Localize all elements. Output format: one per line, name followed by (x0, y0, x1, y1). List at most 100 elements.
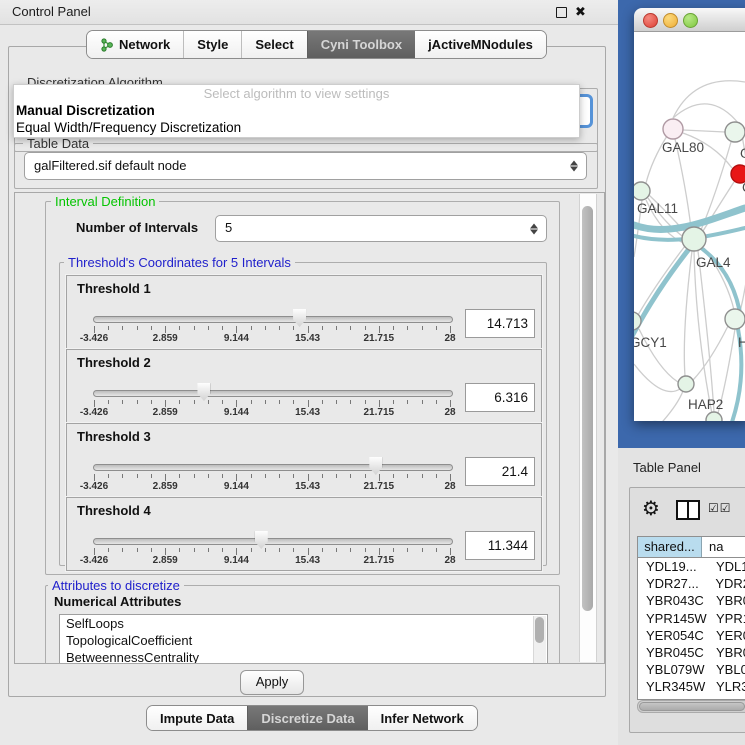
network-edge[interactable] (673, 104, 739, 124)
panel-scrollbar[interactable] (579, 194, 597, 662)
network-edge[interactable] (694, 251, 712, 414)
float-window-icon[interactable] (556, 7, 567, 18)
apply-button[interactable]: Apply (240, 670, 304, 695)
network-node[interactable] (725, 309, 745, 329)
tick-mark (308, 326, 309, 333)
tick-mark (336, 400, 337, 404)
tick-mark (222, 326, 223, 330)
tick-label: 21.715 (364, 407, 395, 418)
tick-mark (236, 548, 237, 555)
table-row[interactable]: YER054CYER0 (638, 627, 745, 644)
table-row[interactable]: YDR27...YDR2 (638, 575, 745, 592)
table-row[interactable]: YLR345WYLR3 (638, 678, 745, 695)
network-node[interactable] (634, 182, 650, 200)
zoom-traffic-light[interactable] (683, 13, 698, 28)
threshold-2-value-field[interactable]: 6.316 (465, 383, 535, 412)
network-node[interactable] (634, 312, 641, 330)
tick-mark (322, 474, 323, 478)
gear-icon[interactable]: ⚙ (642, 496, 660, 521)
network-edge[interactable] (698, 251, 714, 412)
tab-discretize-data[interactable]: Discretize Data (247, 706, 367, 730)
minimize-traffic-light[interactable] (663, 13, 678, 28)
tick-mark (450, 326, 451, 333)
tab-cyni-toolbox[interactable]: Cyni Toolbox (307, 31, 415, 58)
table-row[interactable]: YBR043CYBR0 (638, 592, 745, 609)
tick-mark (194, 326, 195, 330)
network-canvas[interactable]: GAL80GACGAL11GAL4GCY1HHAP2 (634, 32, 745, 421)
network-node[interactable] (706, 412, 722, 421)
dropdown-option-manual[interactable]: Manual Discretization (14, 102, 579, 119)
tab-select[interactable]: Select (241, 31, 306, 58)
tick-mark (265, 326, 266, 330)
tab-style[interactable]: Style (183, 31, 241, 58)
network-edge[interactable] (684, 251, 692, 376)
tick-mark (422, 548, 423, 552)
close-icon[interactable]: ✖ (575, 4, 586, 20)
network-edge[interactable] (638, 246, 685, 315)
tick-label: -3.426 (80, 333, 108, 344)
tab-network[interactable]: Network (87, 31, 183, 58)
threshold-3-slider-track[interactable] (93, 464, 453, 471)
tab-impute-data[interactable]: Impute Data (147, 706, 247, 730)
dropdown-option-equal-width[interactable]: Equal Width/Frequency Discretization (14, 119, 579, 136)
num-intervals-combobox[interactable]: 5 (215, 215, 547, 242)
tab-jactivemnodules[interactable]: jActiveMNodules (415, 31, 546, 58)
threshold-1-value-field[interactable]: 14.713 (465, 309, 535, 338)
list-scrollbar[interactable] (533, 616, 546, 664)
network-node[interactable] (682, 227, 706, 251)
table-row[interactable]: YBR045CYBR0 (638, 644, 745, 661)
network-node[interactable] (678, 376, 694, 392)
network-node-label: GAL80 (662, 140, 704, 155)
tick-mark (365, 326, 366, 330)
threshold-3-value-field[interactable]: 21.4 (465, 457, 535, 486)
tick-mark (293, 326, 294, 330)
tick-mark (137, 474, 138, 478)
tick-mark (194, 548, 195, 552)
table-row[interactable]: YDL19...YDL1 (638, 558, 745, 575)
list-item[interactable]: BetweennessCentrality (60, 649, 547, 664)
tick-mark (122, 400, 123, 404)
column-header-shared[interactable]: shared... (638, 537, 702, 557)
interval-definition-group: Interval Definition Number of Intervals … (45, 201, 560, 575)
settings-scroll-panel: Interval Definition Number of Intervals … (14, 192, 605, 664)
select-checkboxes-icon[interactable]: ☑☑ (708, 501, 732, 515)
table-row[interactable]: YBL079WYBL0 (638, 661, 745, 678)
threshold-1-slider-handle[interactable] (293, 309, 306, 327)
network-node[interactable] (725, 122, 745, 142)
attributes-list[interactable]: SelfLoops TopologicalCoefficient Between… (59, 614, 548, 664)
table-row[interactable]: YPR145WYPR1 (638, 610, 745, 627)
threshold-4-slider-handle[interactable] (255, 531, 268, 549)
table-horizontal-scrollbar[interactable] (637, 700, 745, 713)
network-icon (100, 38, 114, 52)
threshold-2-slider-handle[interactable] (197, 383, 210, 401)
threshold-4-value-field[interactable]: 11.344 (465, 531, 535, 560)
threshold-1-slider-track[interactable] (93, 316, 453, 323)
tick-label: 9.144 (224, 481, 249, 492)
columns-icon[interactable] (676, 500, 700, 520)
tick-label: 15.43 (295, 333, 320, 344)
threshold-4-slider-track[interactable] (93, 538, 453, 545)
network-edge-highlighted[interactable] (634, 244, 693, 340)
tick-mark (265, 400, 266, 404)
network-node-label: GAL11 (637, 201, 678, 216)
network-edge[interactable] (683, 130, 725, 132)
tick-mark (293, 474, 294, 478)
table-data-combobox[interactable]: galFiltered.sif default node (24, 152, 587, 180)
threshold-2-slider-track[interactable] (93, 390, 453, 397)
tick-mark (179, 474, 180, 478)
tab-infer-network[interactable]: Infer Network (368, 706, 477, 730)
network-edge[interactable] (634, 391, 683, 421)
bottom-tabs: Impute Data Discretize Data Infer Networ… (146, 705, 478, 731)
tick-mark (251, 326, 252, 330)
slider-tick-labels: -3.4262.8599.14415.4321.71528 (94, 333, 450, 345)
table-panel: ⚙ ☑☑ shared... na YDL19...YDL1 YDR27...Y… (629, 487, 745, 733)
column-header-name[interactable]: na (702, 537, 745, 557)
network-edge[interactable] (673, 81, 745, 118)
network-node-label: GA (740, 146, 745, 161)
close-traffic-light[interactable] (643, 13, 658, 28)
list-item[interactable]: TopologicalCoefficient (60, 632, 547, 649)
list-item[interactable]: SelfLoops (60, 615, 547, 632)
network-node[interactable] (663, 119, 683, 139)
tick-mark (208, 474, 209, 478)
threshold-3-slider-handle[interactable] (369, 457, 382, 475)
